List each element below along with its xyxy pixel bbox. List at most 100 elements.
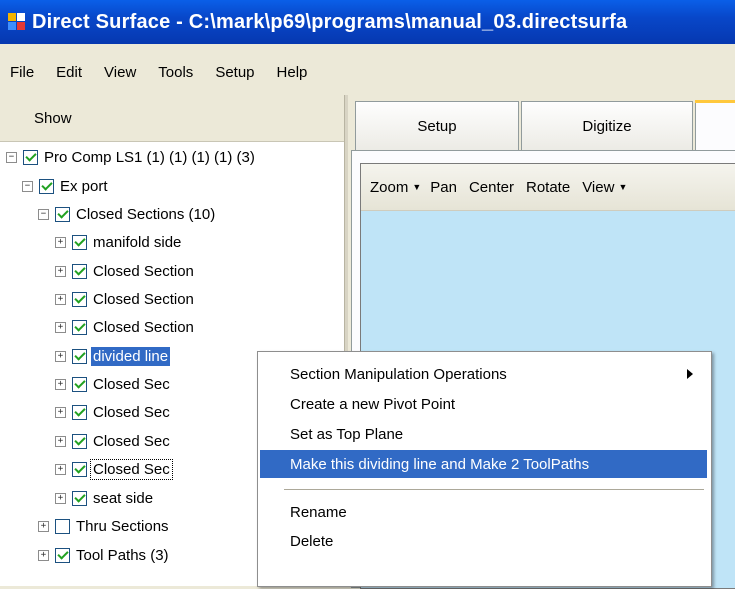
center-button[interactable]: Center [469,179,514,196]
menu-bar: File Edit View Tools Setup Help [0,58,735,86]
checkbox-checked-icon[interactable] [72,263,87,279]
tree-node-label[interactable]: Closed Section [91,318,196,337]
pan-button[interactable]: Pan [430,179,457,196]
tree-node[interactable]: + Tool Paths (3) [38,543,171,567]
tree-node[interactable]: + Closed Sec [55,457,173,481]
dropdown-caret-icon: ▼ [618,182,628,192]
tree-node[interactable]: + Closed Section [55,315,196,339]
menu-separator [284,489,704,490]
expand-plus-icon[interactable]: + [55,463,66,475]
menu-item-make-dividing-line[interactable]: Make this dividing line and Make 2 ToolP… [260,450,707,478]
tree-node-label[interactable]: Closed Section [91,290,196,309]
checkbox-checked-icon[interactable] [72,348,87,364]
zoom-button[interactable]: Zoom ▼ [370,179,421,196]
collapse-minus-icon[interactable]: − [6,151,17,163]
checkbox-checked-icon[interactable] [72,376,87,392]
checkbox-checked-icon[interactable] [72,291,87,307]
rotate-button[interactable]: Rotate [526,179,570,196]
menu-setup[interactable]: Setup [207,64,262,81]
tree-node[interactable]: − Pro Comp LS1 (1) (1) (1) (1) (3) [6,145,257,169]
menu-item-label: Create a new Pivot Point [290,395,456,413]
expand-plus-icon[interactable]: + [55,236,66,248]
tree-node-label[interactable]: Thru Sections [74,517,171,536]
menu-tools[interactable]: Tools [150,64,201,81]
checkbox-unchecked-icon[interactable] [55,518,70,534]
expand-plus-icon[interactable]: + [55,492,66,504]
checkbox-checked-icon[interactable] [55,547,70,563]
tree-node-label[interactable]: manifold side [91,233,183,252]
tree-node[interactable]: + Closed Sec [55,400,172,424]
menu-item-label: Set as Top Plane [290,425,404,443]
tree-node-label[interactable]: seat side [91,489,155,508]
collapse-minus-icon[interactable]: − [22,180,33,192]
window-title: Direct Surface - C:\mark\p69\programs\ma… [32,10,628,33]
menu-item-rename[interactable]: Rename [260,498,707,526]
tree-node-label[interactable]: Closed Sec [90,458,173,480]
app-icon [8,13,26,31]
checkbox-checked-icon[interactable] [23,149,38,165]
expand-plus-icon[interactable]: + [55,435,66,447]
expand-plus-icon[interactable]: + [38,549,49,561]
checkbox-checked-icon[interactable] [72,234,87,250]
tree-node[interactable]: + divided line [55,344,171,368]
title-bar: Direct Surface - C:\mark\p69\programs\ma… [0,0,735,44]
menu-item-section-manipulation[interactable]: Section Manipulation Operations [260,360,707,388]
expand-plus-icon[interactable]: + [55,350,66,362]
tab-digitize-label: Digitize [582,117,632,135]
menu-view[interactable]: View [96,64,144,81]
context-menu: Section Manipulation Operations Create a… [257,351,712,587]
menu-item-label: Rename [290,503,347,521]
dropdown-caret-icon: ▼ [412,182,422,192]
tree-node[interactable]: − Closed Sections (10) [38,202,217,226]
tab-setup-label: Setup [417,117,457,135]
view-label: View [582,178,615,196]
checkbox-checked-icon[interactable] [55,206,70,222]
checkbox-checked-icon[interactable] [39,178,54,194]
tree-node-label[interactable]: divided line [91,346,171,366]
menu-item-delete[interactable]: Delete [260,527,707,555]
expand-plus-icon[interactable]: + [55,378,66,390]
tree-node[interactable]: + Thru Sections [38,514,171,538]
tree-node[interactable]: + Closed Section [55,287,196,311]
tab-digitize[interactable]: Digitize [521,101,693,150]
menu-item-label: Section Manipulation Operations [290,365,507,383]
submenu-arrow-icon [687,369,693,379]
tree-node-label[interactable]: Closed Sec [91,432,172,451]
view-toolbar: Zoom ▼ Pan Center Rotate View ▼ [361,164,735,211]
checkbox-checked-icon[interactable] [72,461,87,477]
tree-node-label[interactable]: Closed Sec [91,403,172,422]
show-label: Show [34,110,72,127]
tree-node[interactable]: − Ex port [22,174,110,198]
tree-node-label[interactable]: Closed Section [91,262,196,281]
menu-item-set-top-plane[interactable]: Set as Top Plane [260,420,707,448]
view-button[interactable]: View ▼ [582,179,627,196]
collapse-minus-icon[interactable]: − [38,208,49,220]
tree-node-label[interactable]: Closed Sec [91,375,172,394]
tree-node[interactable]: + seat side [55,486,155,510]
tree-node-label[interactable]: Pro Comp LS1 (1) (1) (1) (1) (3) [42,148,257,167]
menu-edit[interactable]: Edit [48,64,90,81]
checkbox-checked-icon[interactable] [72,490,87,506]
tree-node-label[interactable]: Tool Paths (3) [74,546,171,565]
checkbox-checked-icon[interactable] [72,404,87,420]
tree-node-label[interactable]: Ex port [58,177,110,196]
tree-node-label[interactable]: Closed Sections (10) [74,205,217,224]
expand-plus-icon[interactable]: + [55,406,66,418]
tree-node[interactable]: + manifold side [55,230,183,254]
menu-file[interactable]: File [2,64,42,81]
tree-node[interactable]: + Closed Sec [55,372,172,396]
menu-item-label: Make this dividing line and Make 2 ToolP… [290,455,590,473]
tab-active[interactable] [695,101,735,150]
expand-plus-icon[interactable]: + [55,321,66,333]
menu-help[interactable]: Help [269,64,316,81]
menu-item-create-pivot-point[interactable]: Create a new Pivot Point [260,390,707,418]
expand-plus-icon[interactable]: + [38,520,49,532]
tree-node[interactable]: + Closed Sec [55,429,172,453]
expand-plus-icon[interactable]: + [55,293,66,305]
tree-node[interactable]: + Closed Section [55,259,196,283]
expand-plus-icon[interactable]: + [55,265,66,277]
checkbox-checked-icon[interactable] [72,433,87,449]
checkbox-checked-icon[interactable] [72,319,87,335]
tab-setup[interactable]: Setup [355,101,519,150]
zoom-label: Zoom [370,178,409,196]
